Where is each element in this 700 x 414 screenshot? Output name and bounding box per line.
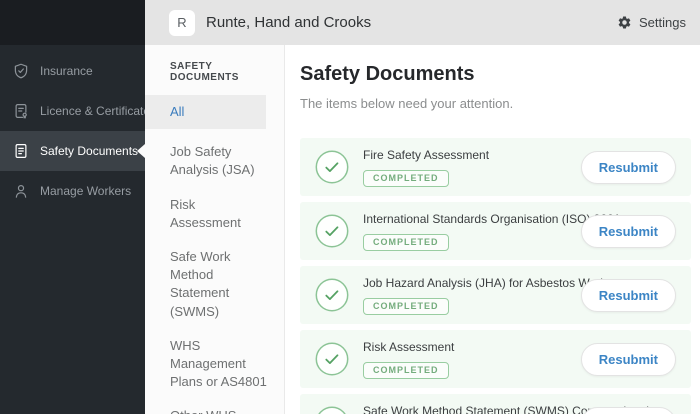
- resubmit-button[interactable]: Resubmit: [581, 407, 676, 414]
- company-avatar: R: [169, 10, 195, 36]
- check-circle-icon: [315, 150, 349, 184]
- document-title: Risk Assessment: [363, 340, 454, 354]
- sidebar-item-label: Manage Workers: [40, 184, 131, 198]
- document-row: Safe Work Method Statement (SWMS) Constr…: [300, 394, 691, 414]
- company-avatar-letter: R: [177, 15, 186, 30]
- company-name: Runte, Hand and Crooks: [206, 14, 371, 31]
- filter-item-all[interactable]: All: [145, 95, 266, 129]
- document-title: Job Hazard Analysis (JHA) for Asbestos W…: [363, 276, 581, 290]
- shield-check-icon: [12, 62, 30, 80]
- filter-item-risk-assessment[interactable]: Risk Assessment: [145, 196, 284, 232]
- settings-label: Settings: [639, 15, 686, 30]
- filter-item-safe-work-method-statement-swms[interactable]: Safe Work Method Statement (SWMS): [145, 248, 284, 321]
- person-icon: [12, 182, 30, 200]
- document-row: Job Hazard Analysis (JHA) for Asbestos W…: [300, 266, 691, 324]
- certificate-icon: [12, 102, 30, 120]
- page-subtitle: The items below need your attention.: [300, 96, 691, 111]
- status-badge: COMPLETED: [363, 362, 449, 379]
- gear-icon: [617, 15, 632, 30]
- settings-button[interactable]: Settings: [613, 9, 690, 36]
- check-circle-icon: [315, 214, 349, 248]
- sidebar-item-insurance[interactable]: Insurance: [0, 51, 145, 91]
- status-badge: COMPLETED: [363, 234, 449, 251]
- filter-list: All Job Safety Analysis (JSA) Risk Asses…: [145, 95, 284, 414]
- filter-sidebar-title: SAFETY DOCUMENTS: [145, 61, 284, 83]
- sidebar-top-strip: [0, 0, 145, 45]
- document-title: International Standards Organisation (IS…: [363, 212, 581, 226]
- sidebar-item-label: Safety Documents: [40, 144, 138, 158]
- check-circle-icon: [315, 406, 349, 414]
- document-row: Risk Assessment COMPLETED Resubmit: [300, 330, 691, 388]
- sidebar-item-label: Insurance: [40, 64, 93, 78]
- resubmit-button[interactable]: Resubmit: [581, 343, 676, 376]
- filter-item-other-whs-documents[interactable]: Other WHS Documents: [145, 407, 284, 414]
- filter-item-whs-management-plans-or-as4801[interactable]: WHS Management Plans or AS4801: [145, 337, 284, 392]
- sidebar-item-manage-workers[interactable]: Manage Workers: [0, 171, 145, 211]
- document-row: Fire Safety Assessment COMPLETED Resubmi…: [300, 138, 691, 196]
- resubmit-button[interactable]: Resubmit: [581, 151, 676, 184]
- main-content: Safety Documents The items below need yo…: [285, 45, 700, 414]
- app-window: Insurance Licence & Certificates Safety …: [0, 0, 700, 414]
- document-title: Safe Work Method Statement (SWMS) Constr…: [363, 404, 581, 414]
- resubmit-button[interactable]: Resubmit: [581, 215, 676, 248]
- sidebar-item-licence-certificates[interactable]: Licence & Certificates: [0, 91, 145, 131]
- check-circle-icon: [315, 342, 349, 376]
- sidebar-nav: Insurance Licence & Certificates Safety …: [0, 45, 145, 211]
- check-circle-icon: [315, 278, 349, 312]
- filter-sidebar: SAFETY DOCUMENTS All Job Safety Analysis…: [145, 45, 285, 414]
- status-badge: COMPLETED: [363, 298, 449, 315]
- document-icon: [12, 142, 30, 160]
- top-header: R Runte, Hand and Crooks Settings: [145, 0, 700, 45]
- document-title: Fire Safety Assessment: [363, 148, 489, 162]
- document-list: Fire Safety Assessment COMPLETED Resubmi…: [300, 138, 691, 414]
- sidebar-item-label: Licence & Certificates: [40, 104, 145, 118]
- filter-item-job-safety-analysis-jsa[interactable]: Job Safety Analysis (JSA): [145, 143, 284, 179]
- document-row: International Standards Organisation (IS…: [300, 202, 691, 260]
- primary-sidebar: Insurance Licence & Certificates Safety …: [0, 0, 145, 414]
- resubmit-button[interactable]: Resubmit: [581, 279, 676, 312]
- page-title: Safety Documents: [300, 63, 691, 86]
- sidebar-item-safety-documents[interactable]: Safety Documents: [0, 131, 145, 171]
- status-badge: COMPLETED: [363, 170, 449, 187]
